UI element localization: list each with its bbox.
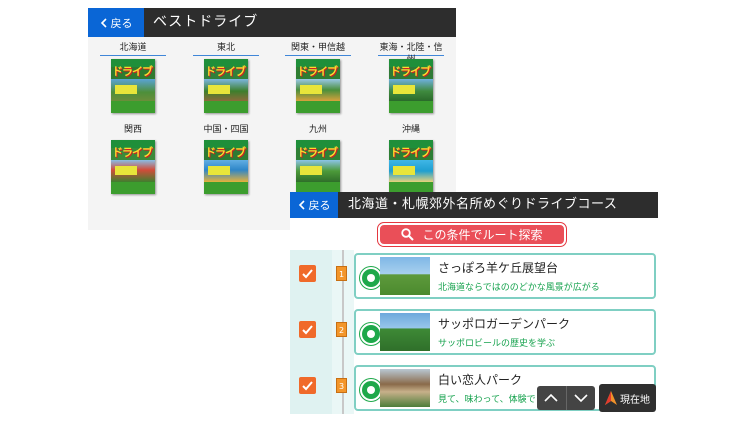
chevron-left-icon [100, 17, 107, 28]
region-label: 九州 [308, 125, 327, 135]
region-label: 関西 [123, 125, 142, 135]
back-button-label: 戻る [110, 16, 133, 30]
spot-name: さっぽろ羊ケ丘展望台 [438, 261, 559, 275]
book-title: ドライブ [112, 65, 153, 78]
spot-checkbox[interactable] [299, 265, 316, 282]
spot-marker-icon [360, 323, 382, 345]
route-search-button[interactable]: この条件でルート探索 [378, 223, 566, 246]
region-tokai-hokuriku-shinshu[interactable]: 東海・北陸・信州 ドライブ [378, 42, 444, 113]
guidebook-cover[interactable]: ドライブ [204, 59, 248, 113]
region-label: 北海道 [119, 43, 147, 53]
drive-course-screen: 戻る 北海道・札幌郊外名所めぐりドライブコース この条件でルート探索 1 さっぽ… [290, 192, 658, 414]
spot-card[interactable]: さっぽろ羊ケ丘展望台 北海道ならではののどかな風景が広がる [354, 253, 656, 299]
chevron-up-icon [544, 393, 558, 402]
spot-marker-icon [360, 267, 382, 289]
route-order-marker: 1 [336, 266, 347, 281]
guidebook-cover[interactable]: ドライブ [111, 140, 155, 194]
back-button-label: 戻る [308, 199, 331, 212]
guidebook-cover[interactable]: ドライブ [389, 59, 433, 113]
current-position-button[interactable]: 現在地 [599, 384, 656, 412]
scroll-up-button[interactable] [537, 386, 566, 410]
checkmark-icon [302, 325, 313, 335]
spot-photo [380, 313, 430, 351]
region-label: 関東・甲信越 [290, 43, 345, 53]
back-button[interactable]: 戻る [88, 8, 144, 37]
book-title: ドライブ [205, 146, 246, 159]
page-title: ベストドライブ [153, 14, 259, 30]
chevron-down-icon [574, 394, 588, 403]
spot-checkbox[interactable] [299, 321, 316, 338]
region-kansai[interactable]: 関西 ドライブ [100, 124, 166, 194]
scroll-controls [537, 386, 595, 410]
divider [285, 55, 351, 56]
back-button[interactable]: 戻る [290, 192, 338, 218]
divider [193, 55, 259, 56]
checkmark-icon [302, 269, 313, 279]
divider [100, 55, 166, 56]
region-label: 中国・四国 [203, 125, 249, 135]
guidebook-cover[interactable]: ドライブ [389, 140, 433, 194]
guidebook-cover[interactable]: ドライブ [296, 59, 340, 113]
route-order-marker: 3 [336, 378, 347, 393]
page-title: 北海道・札幌郊外名所めぐりドライブコース [348, 197, 618, 212]
spot-name: サッポロガーデンパーク [438, 317, 571, 331]
guidebook-cover[interactable]: ドライブ [204, 140, 248, 194]
route-order-marker: 2 [336, 322, 347, 337]
region-kyushu[interactable]: 九州 ドライブ [285, 124, 351, 194]
current-position-label: 現在地 [620, 394, 650, 406]
spot-description: 北海道ならではののどかな風景が広がる [438, 283, 600, 293]
region-label: 沖縄 [401, 125, 420, 135]
guidebook-cover[interactable]: ドライブ [111, 59, 155, 113]
region-label: 東北 [216, 43, 235, 53]
header-bar: 戻る ベストドライブ [88, 8, 456, 37]
book-title: ドライブ [390, 146, 431, 159]
book-title: ドライブ [205, 65, 246, 78]
book-title: ドライブ [112, 146, 153, 159]
spot-name: 白い恋人パーク [438, 373, 523, 387]
region-tohoku[interactable]: 東北 ドライブ [193, 42, 259, 113]
scroll-down-button[interactable] [565, 386, 596, 410]
spot-photo [380, 257, 430, 295]
checkmark-icon [302, 381, 313, 391]
region-chugoku-shikoku[interactable]: 中国・四国 ドライブ [193, 124, 259, 194]
header-bar: 戻る 北海道・札幌郊外名所めぐりドライブコース [290, 192, 658, 218]
chevron-left-icon [298, 200, 305, 210]
spot-description: サッポロビールの歴史を学ぶ [438, 339, 556, 349]
region-okinawa[interactable]: 沖縄 ドライブ [378, 124, 444, 194]
spot-checkbox[interactable] [299, 377, 316, 394]
spot-marker-icon [360, 379, 382, 401]
spot-card[interactable]: サッポロガーデンパーク サッポロビールの歴史を学ぶ [354, 309, 656, 355]
guidebook-cover[interactable]: ドライブ [296, 140, 340, 194]
route-search-label: この条件でルート探索 [422, 228, 543, 242]
region-label: 東海・北陸・信州 [379, 43, 443, 65]
search-icon [401, 228, 415, 241]
region-hokkaido[interactable]: 北海道 ドライブ [100, 42, 166, 113]
book-title: ドライブ [390, 65, 431, 78]
spot-photo [380, 369, 430, 407]
book-title: ドライブ [297, 146, 338, 159]
book-title: ドライブ [297, 65, 338, 78]
region-kanto-koshinetsu[interactable]: 関東・甲信越 ドライブ [285, 42, 351, 113]
compass-arrow-icon [605, 391, 617, 405]
